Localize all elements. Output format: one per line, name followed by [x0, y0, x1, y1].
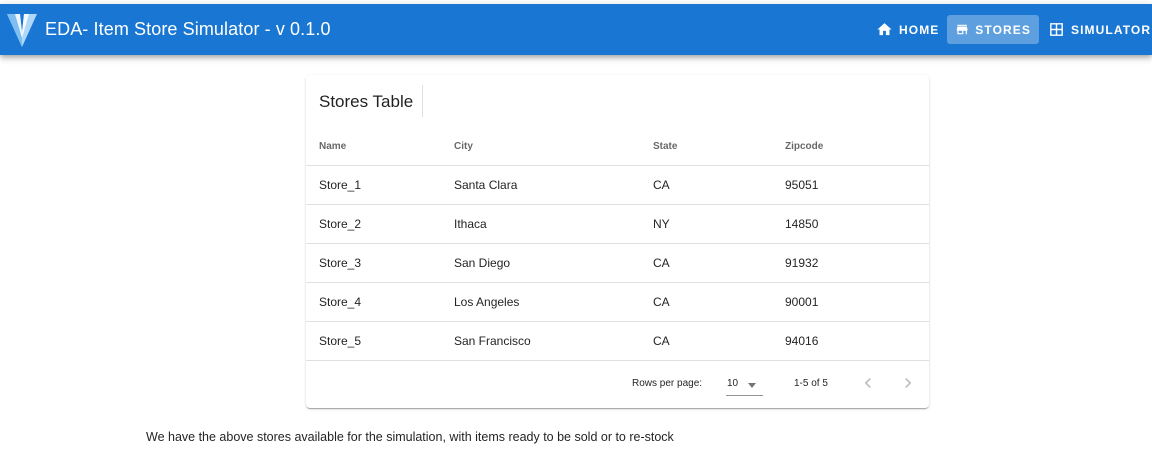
- cell-state: CA: [653, 295, 670, 309]
- table-row[interactable]: Store_3 San Diego CA 91932: [306, 244, 929, 283]
- grid-table-icon: [1050, 23, 1063, 36]
- column-header-city[interactable]: City: [454, 127, 473, 165]
- cell-zipcode: 90001: [785, 295, 819, 309]
- previous-page-button[interactable]: [858, 373, 878, 393]
- chevron-right-icon: [905, 378, 912, 388]
- cell-city: Ithaca: [454, 217, 487, 231]
- vuetify-logo-icon: [7, 14, 37, 47]
- cell-zipcode: 91932: [785, 256, 819, 270]
- cell-state: CA: [653, 334, 670, 348]
- cell-city: San Diego: [454, 256, 511, 270]
- cell-name: Store_1: [319, 178, 362, 192]
- dropdown-caret-icon: [748, 383, 756, 388]
- cell-zipcode: 95051: [785, 178, 819, 192]
- title-divider: [422, 85, 423, 117]
- cell-name: Store_5: [319, 334, 362, 348]
- cell-city: Los Angeles: [454, 295, 520, 309]
- table-row[interactable]: Store_1 Santa Clara CA 95051: [306, 166, 929, 205]
- nav-stores-label: STORES: [975, 22, 1031, 37]
- stores-table: Name City State Zipcode Store_1 Santa Cl…: [306, 127, 929, 361]
- cell-city: Santa Clara: [454, 178, 518, 192]
- column-header-state[interactable]: State: [653, 127, 677, 165]
- app-title: EDA- Item Store Simulator - v 0.1.0: [45, 19, 331, 39]
- home-icon: [877, 23, 892, 36]
- cell-zipcode: 14850: [785, 217, 819, 231]
- store-icon: [956, 24, 968, 35]
- nav-home-label: HOME: [899, 22, 940, 37]
- page-info: 1-5 of 5: [794, 378, 828, 389]
- app-bar: EDA- Item Store Simulator - v 0.1.0 HOME…: [0, 4, 1152, 55]
- cell-state: CA: [653, 178, 670, 192]
- table-header-row: Name City State Zipcode: [306, 127, 929, 166]
- rows-per-page-label: Rows per page:: [632, 378, 703, 389]
- nav-simulator-label: SIMULATOR: [1071, 22, 1152, 37]
- rows-per-page-select[interactable]: 10: [726, 371, 763, 396]
- table-row[interactable]: Store_2 Ithaca NY 14850: [306, 205, 929, 244]
- card-title: Stores Table: [319, 92, 414, 111]
- column-header-name[interactable]: Name: [319, 127, 346, 165]
- cell-name: Store_2: [319, 217, 362, 231]
- cell-name: Store_4: [319, 295, 362, 309]
- cell-name: Store_3: [319, 256, 362, 270]
- table-row[interactable]: Store_5 San Francisco CA 94016: [306, 322, 929, 361]
- table-row[interactable]: Store_4 Los Angeles CA 90001: [306, 283, 929, 322]
- stores-description: We have the above stores available for t…: [146, 430, 674, 444]
- cell-state: CA: [653, 256, 670, 270]
- nav-home-button[interactable]: HOME: [868, 15, 947, 44]
- stores-card: Stores Table Name City State Zipcode Sto…: [306, 75, 929, 408]
- table-footer: Rows per page: 10 1-5 of 5: [306, 363, 929, 405]
- chevron-left-icon: [864, 378, 871, 388]
- nav-stores-button[interactable]: STORES: [947, 15, 1039, 44]
- cell-city: San Francisco: [454, 334, 531, 348]
- nav-simulator-button[interactable]: SIMULATOR: [1040, 15, 1152, 44]
- next-page-button[interactable]: [898, 373, 918, 393]
- cell-state: NY: [653, 217, 670, 231]
- cell-zipcode: 94016: [785, 334, 819, 348]
- column-header-zipcode[interactable]: Zipcode: [785, 127, 823, 165]
- rows-per-page-value: 10: [727, 378, 739, 389]
